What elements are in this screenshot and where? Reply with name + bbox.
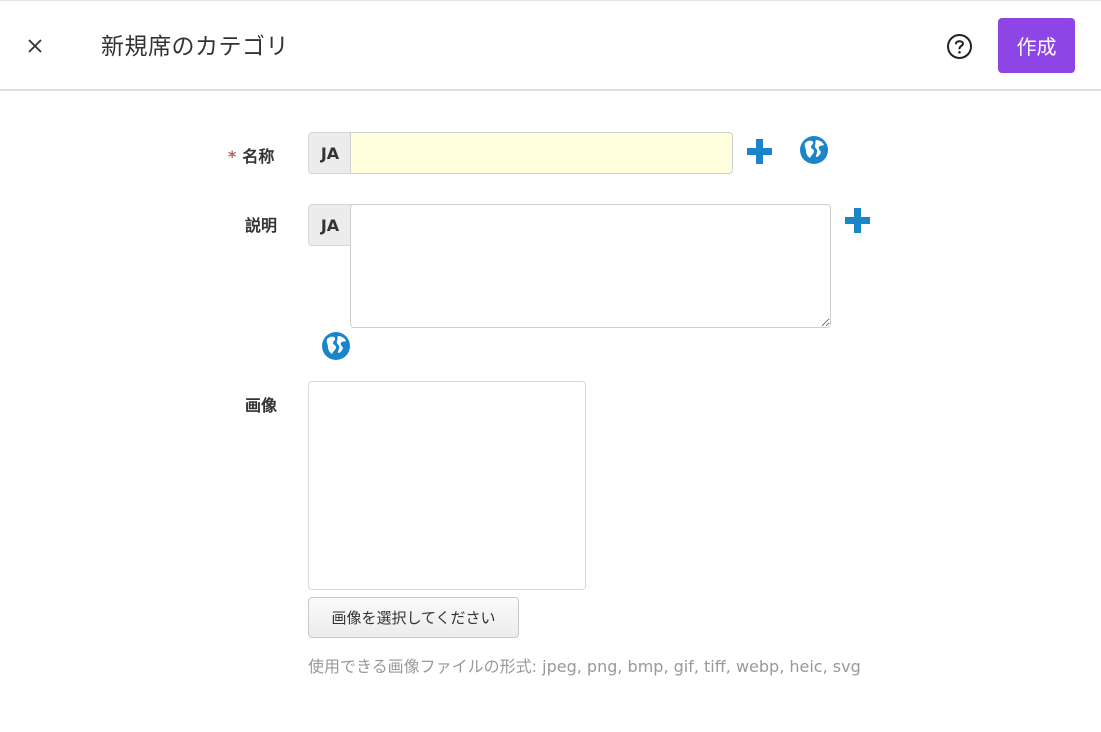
name-input[interactable]: [350, 132, 733, 174]
select-image-button[interactable]: 画像を選択してください: [308, 597, 519, 638]
help-icon: [947, 34, 972, 59]
description-label: 説明: [245, 216, 278, 235]
image-preview: [308, 381, 586, 590]
help-button[interactable]: [946, 33, 973, 60]
image-format-hint: 使用できる画像ファイルの形式: jpeg, png, bmp, gif, tif…: [308, 657, 861, 676]
dialog-header: 新規席のカテゴリ 作成: [0, 0, 1101, 91]
plus-icon: [845, 208, 870, 233]
create-button[interactable]: 作成: [998, 18, 1075, 73]
name-label-text: 名称: [242, 147, 275, 166]
image-label: 画像: [245, 396, 278, 415]
plus-icon: [747, 139, 772, 164]
add-name-translation-button[interactable]: [746, 138, 773, 165]
required-mark: *: [228, 147, 237, 166]
page-title: 新規席のカテゴリ: [101, 34, 289, 60]
globe-icon: [322, 332, 350, 360]
name-lang-tag: JA: [308, 132, 352, 174]
name-translate-button[interactable]: [799, 135, 829, 165]
add-description-translation-button[interactable]: [844, 207, 871, 234]
description-translate-button[interactable]: [321, 331, 351, 361]
description-textarea[interactable]: [350, 204, 831, 328]
name-label: * 名称: [228, 143, 274, 167]
globe-icon: [800, 136, 828, 164]
close-button[interactable]: [20, 31, 50, 61]
description-lang-tag: JA: [308, 204, 352, 246]
close-icon: [28, 39, 42, 53]
